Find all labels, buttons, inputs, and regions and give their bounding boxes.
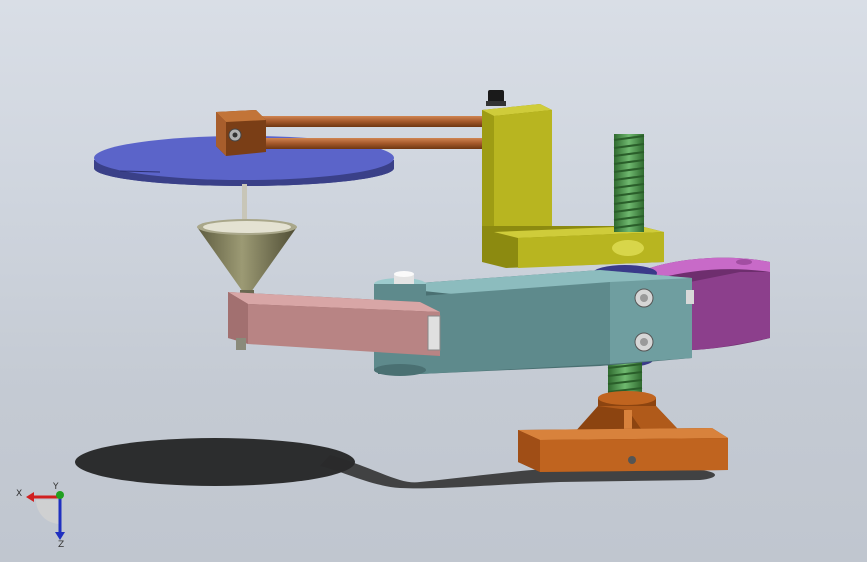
funnel-cone[interactable] <box>197 219 297 298</box>
compression-spring[interactable] <box>613 134 645 232</box>
z-axis-label: Z <box>58 540 64 550</box>
y-axis-label: Y <box>52 482 59 492</box>
link-arm[interactable] <box>228 292 441 356</box>
lower-spring <box>607 362 643 396</box>
spindle <box>242 184 247 224</box>
graphics-viewport[interactable]: X Y Z <box>0 0 867 562</box>
x-axis-label: X <box>16 489 22 499</box>
x-arrow-head <box>26 492 34 502</box>
cad-model-view[interactable]: X Y Z <box>0 0 867 562</box>
rod-clamp-block[interactable] <box>216 110 266 156</box>
reference-triad: X Y Z <box>16 482 65 550</box>
base-plate[interactable] <box>518 428 728 472</box>
z-arrow-head <box>55 532 65 540</box>
y-axis-dot <box>56 491 64 499</box>
guide-rods <box>254 116 488 149</box>
